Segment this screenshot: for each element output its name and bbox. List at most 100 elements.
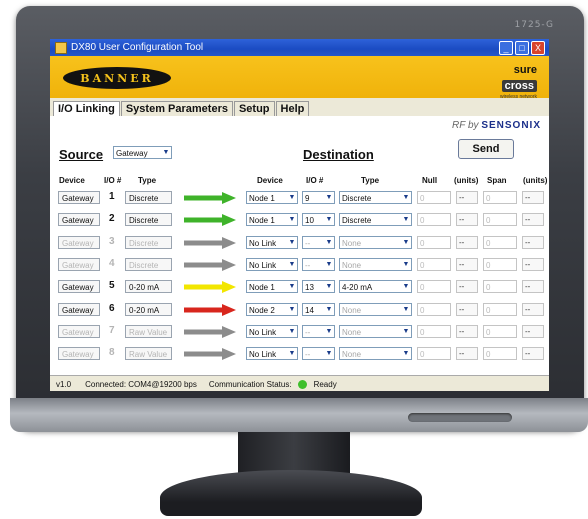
null-spinner[interactable]: 0: [417, 236, 451, 249]
span-units-field[interactable]: --: [522, 303, 544, 316]
null-units-field[interactable]: --: [456, 325, 478, 338]
dest-device-select[interactable]: No Link ▼: [246, 236, 298, 249]
source-type-field[interactable]: Discrete: [125, 191, 172, 204]
source-heading: Source: [59, 147, 104, 162]
source-device-field[interactable]: Gateway: [58, 347, 100, 360]
span-spinner[interactable]: 0: [483, 191, 517, 204]
span-units-field[interactable]: --: [522, 191, 544, 204]
tagline-text: wireless network: [500, 94, 537, 100]
dest-type-select[interactable]: Discrete ▼: [339, 213, 412, 226]
source-device-field[interactable]: Gateway: [58, 325, 100, 338]
span-units-field[interactable]: --: [522, 347, 544, 360]
null-units-field[interactable]: --: [456, 236, 478, 249]
source-device-field[interactable]: Gateway: [58, 236, 100, 249]
status-indicator-icon: [297, 379, 307, 389]
dest-io-select[interactable]: -- ▼: [302, 347, 335, 360]
dest-device-select[interactable]: No Link ▼: [246, 258, 298, 271]
sure-text: sure: [513, 64, 537, 76]
span-units-field[interactable]: --: [522, 213, 544, 226]
dest-device-select[interactable]: Node 2 ▼: [246, 303, 298, 316]
source-device-field[interactable]: Gateway: [58, 258, 100, 271]
tab-setup[interactable]: Setup: [233, 101, 275, 116]
span-spinner[interactable]: 0: [483, 213, 517, 226]
span-units-field[interactable]: --: [522, 258, 544, 271]
close-button[interactable]: X: [531, 40, 545, 55]
null-spinner[interactable]: 0: [417, 258, 451, 271]
tab-io-linking[interactable]: I/O Linking: [53, 101, 120, 116]
dest-type-select[interactable]: None ▼: [339, 258, 412, 271]
dest-type-select[interactable]: None ▼: [339, 236, 412, 249]
dest-io-select[interactable]: 13 ▼: [302, 280, 335, 293]
dest-type-select[interactable]: Discrete ▼: [339, 191, 412, 204]
null-units-field[interactable]: --: [456, 191, 478, 204]
dest-io-select[interactable]: -- ▼: [302, 236, 335, 249]
null-units-field[interactable]: --: [456, 303, 478, 316]
maximize-button[interactable]: □: [515, 40, 529, 55]
source-type-field[interactable]: 0-20 mA: [125, 303, 172, 316]
span-units-field[interactable]: --: [522, 325, 544, 338]
dest-io-select[interactable]: 9 ▼: [302, 191, 335, 204]
span-spinner[interactable]: 0: [483, 303, 517, 316]
null-spinner[interactable]: 0: [417, 325, 451, 338]
dest-type-select[interactable]: None ▼: [339, 325, 412, 338]
dest-io-select[interactable]: 10 ▼: [302, 213, 335, 226]
source-device-field[interactable]: Gateway: [58, 303, 100, 316]
dest-device-value: No Link: [249, 239, 277, 248]
dest-device-select[interactable]: No Link ▼: [246, 325, 298, 338]
source-type-field[interactable]: Raw Value: [125, 325, 172, 338]
source-type-field[interactable]: 0-20 mA: [125, 280, 172, 293]
dest-type-select[interactable]: 4-20 mA ▼: [339, 280, 412, 293]
span-units-field[interactable]: --: [522, 280, 544, 293]
connection-status: Connected: COM4@19200 bps: [85, 379, 197, 389]
source-type-field[interactable]: Discrete: [125, 236, 172, 249]
source-device-select[interactable]: Gateway ▼: [113, 146, 172, 159]
col-source-device: Device: [59, 176, 85, 185]
source-device-field[interactable]: Gateway: [58, 191, 100, 204]
send-button[interactable]: Send: [458, 139, 514, 159]
col-source-type: Type: [138, 176, 157, 185]
null-spinner[interactable]: 0: [417, 347, 451, 360]
source-device-field[interactable]: Gateway: [58, 213, 100, 226]
dest-device-select[interactable]: Node 1 ▼: [246, 213, 298, 226]
dest-device-value: No Link: [249, 350, 277, 359]
dest-io-select[interactable]: -- ▼: [302, 325, 335, 338]
col-span: Span: [487, 176, 507, 185]
minimize-button[interactable]: _: [499, 40, 513, 55]
null-units-field[interactable]: --: [456, 258, 478, 271]
span-spinner[interactable]: 0: [483, 280, 517, 293]
dest-io-value: 13: [305, 283, 314, 292]
link-arrow-icon: [184, 281, 236, 293]
null-spinner[interactable]: 0: [417, 213, 451, 226]
tab-help[interactable]: Help: [275, 101, 310, 116]
surecross-logo: sure cross wireless network: [500, 64, 537, 100]
dest-type-value: None: [342, 306, 362, 315]
null-units-field[interactable]: --: [456, 347, 478, 360]
span-spinner[interactable]: 0: [483, 347, 517, 360]
dest-device-select[interactable]: Node 1 ▼: [246, 280, 298, 293]
monitor-button-strip: [408, 413, 512, 422]
null-units-field[interactable]: --: [456, 213, 478, 226]
dest-device-select[interactable]: No Link ▼: [246, 347, 298, 360]
span-spinner[interactable]: 0: [483, 325, 517, 338]
dest-type-value: None: [342, 350, 362, 359]
source-io-number: 6: [109, 303, 115, 314]
source-type-field[interactable]: Discrete: [125, 258, 172, 271]
dest-io-select[interactable]: -- ▼: [302, 258, 335, 271]
null-units-field[interactable]: --: [456, 280, 478, 293]
null-spinner[interactable]: 0: [417, 191, 451, 204]
source-type-field[interactable]: Raw Value: [125, 347, 172, 360]
span-spinner[interactable]: 0: [483, 236, 517, 249]
chevron-down-icon: ▼: [402, 239, 410, 246]
source-device-field[interactable]: Gateway: [58, 280, 100, 293]
source-type-field[interactable]: Discrete: [125, 213, 172, 226]
dest-type-select[interactable]: None ▼: [339, 303, 412, 316]
dest-device-select[interactable]: Node 1 ▼: [246, 191, 298, 204]
span-spinner[interactable]: 0: [483, 258, 517, 271]
null-spinner[interactable]: 0: [417, 303, 451, 316]
span-units-field[interactable]: --: [522, 236, 544, 249]
dest-type-select[interactable]: None ▼: [339, 347, 412, 360]
null-spinner[interactable]: 0: [417, 280, 451, 293]
tab-system-parameters[interactable]: System Parameters: [120, 101, 233, 116]
dest-device-value: Node 1: [249, 194, 275, 203]
dest-io-select[interactable]: 14 ▼: [302, 303, 335, 316]
